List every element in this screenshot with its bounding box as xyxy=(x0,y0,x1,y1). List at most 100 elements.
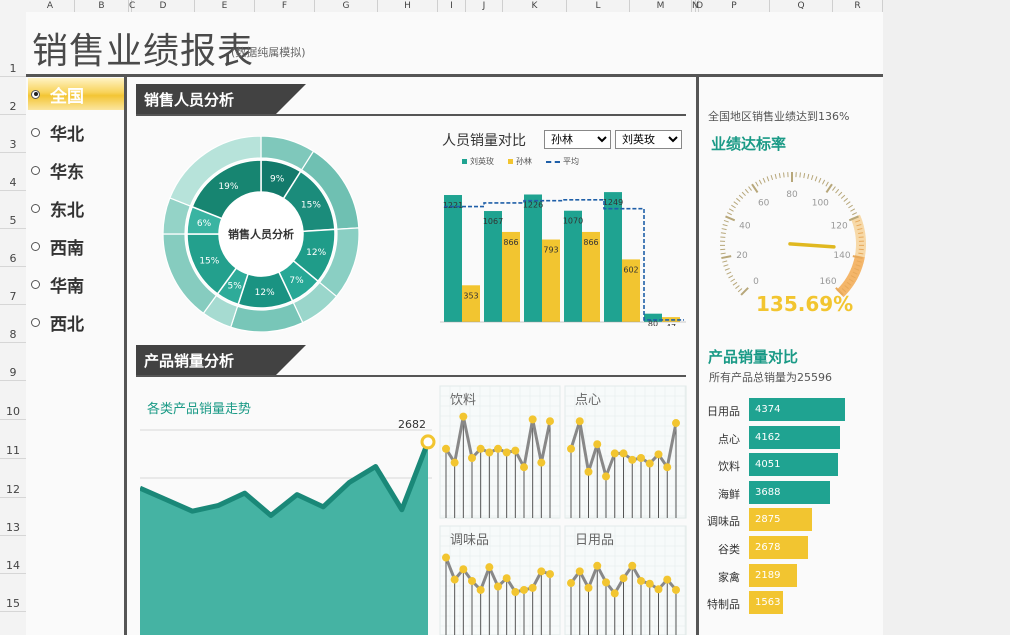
gauge-tick xyxy=(721,255,732,260)
header-divider xyxy=(26,74,883,77)
radio-button-icon[interactable] xyxy=(31,241,40,251)
region-label: 华南 xyxy=(50,276,84,297)
radio-button-icon[interactable] xyxy=(31,279,40,289)
gauge-tick-label: 20 xyxy=(736,251,748,261)
radio-button-icon[interactable] xyxy=(31,203,40,213)
product-bar: 2678 xyxy=(749,536,808,559)
column-header: R xyxy=(833,0,883,12)
row-header-bar: 1 2 3 4 5 6 7 8 9 10 11 12 13 14 15 xyxy=(0,12,27,635)
gauge-tick xyxy=(766,176,770,182)
legend-avg: 平均 xyxy=(546,156,579,167)
small-point xyxy=(476,585,485,594)
region-option[interactable]: 华东 xyxy=(28,154,124,186)
small-multiples: 饮料 点心调味品 日用品 xyxy=(439,385,687,635)
region-option[interactable]: 西南 xyxy=(28,230,124,262)
small-point xyxy=(511,446,520,455)
small-point xyxy=(593,440,602,449)
radio-button-icon[interactable] xyxy=(31,317,40,327)
gauge-tick-label: 40 xyxy=(739,221,751,231)
small-point xyxy=(584,583,593,592)
small-point xyxy=(672,585,680,594)
radio-button-icon[interactable] xyxy=(31,165,40,175)
region-label: 全国 xyxy=(50,86,84,107)
column-header: P xyxy=(699,0,770,12)
gauge-tick-label: 140 xyxy=(833,251,850,261)
salesperson-a-select[interactable]: 孙林 xyxy=(544,130,611,149)
gauge-tick xyxy=(722,260,728,263)
product-bar-label: 点心 xyxy=(718,432,740,446)
region-option[interactable]: 西北 xyxy=(28,306,124,338)
gauge-tick xyxy=(737,288,743,293)
small-point xyxy=(485,563,494,572)
row-header: 10 xyxy=(0,381,26,420)
header-triangle xyxy=(274,345,306,377)
gauge-tick xyxy=(731,204,736,209)
gauge-tick-label: 60 xyxy=(758,199,770,209)
product-bar-label: 调味品 xyxy=(707,515,740,529)
trend-end-marker xyxy=(420,434,436,450)
small-point xyxy=(619,574,628,583)
small-point xyxy=(520,463,528,472)
small-point xyxy=(628,455,637,464)
header-underline xyxy=(136,375,686,377)
gauge-tick-label: 120 xyxy=(831,221,848,231)
bar-series-a xyxy=(484,211,502,322)
gauge-tick xyxy=(848,204,853,209)
row-header: 8 xyxy=(0,305,26,343)
salesperson-b-select[interactable]: 刘英玫 xyxy=(615,130,682,149)
gauge-tick xyxy=(843,197,848,202)
gauge-tick xyxy=(852,212,858,216)
radio-button-icon[interactable] xyxy=(31,89,40,99)
right-divider xyxy=(696,77,699,635)
small-point xyxy=(520,585,528,594)
region-option[interactable]: 东北 xyxy=(28,192,124,224)
product-bar: 1563 xyxy=(749,591,784,615)
gauge-tick xyxy=(723,264,729,267)
region-option[interactable]: 华北 xyxy=(28,116,124,148)
region-option[interactable]: 华南 xyxy=(28,268,124,300)
bar-label-b: 793 xyxy=(543,246,558,255)
row-header: 1 xyxy=(0,12,26,77)
product-bar: 3688 xyxy=(749,480,830,504)
small-point xyxy=(502,574,511,583)
gauge-tick xyxy=(721,228,727,231)
row-header: 2 xyxy=(0,77,26,115)
row-header: 11 xyxy=(0,420,26,459)
small-point xyxy=(637,576,645,585)
gauge-tick xyxy=(850,208,856,212)
region-label: 东北 xyxy=(50,200,84,221)
sales-section-title: 销售人员分析 xyxy=(136,84,274,116)
region-option[interactable]: 全国 xyxy=(28,78,124,110)
gauge-tick xyxy=(720,232,726,235)
small-point xyxy=(546,570,554,579)
gauge-tick xyxy=(807,173,810,179)
column-header: L xyxy=(567,0,630,12)
small-point xyxy=(537,458,546,467)
row-header: 15 xyxy=(0,574,26,612)
donut-slice-label: 5% xyxy=(228,282,243,292)
small-point xyxy=(663,575,672,584)
legend-avg-swatch xyxy=(546,160,560,163)
header-triangle xyxy=(274,84,306,116)
gauge-tick xyxy=(722,223,728,227)
small-point xyxy=(459,565,468,574)
small-chart-title: 饮料 xyxy=(450,393,476,408)
small-point xyxy=(494,444,502,453)
gauge-tick-label: 80 xyxy=(786,190,798,200)
small-chart-title: 点心 xyxy=(575,393,601,408)
column-header: K xyxy=(503,0,567,12)
small-point xyxy=(602,578,610,587)
small-point xyxy=(610,449,619,458)
left-divider xyxy=(124,77,127,635)
small-point xyxy=(528,583,537,592)
small-point xyxy=(628,561,637,570)
radio-button-icon[interactable] xyxy=(31,127,40,137)
gauge-tick xyxy=(825,183,833,194)
gauge-tick xyxy=(726,212,732,216)
small-point xyxy=(442,553,450,562)
gauge-tick-label: 0 xyxy=(753,277,759,287)
small-point xyxy=(575,417,584,426)
product-bar-label: 家禽 xyxy=(718,570,740,584)
bar-label-b: 866 xyxy=(503,238,518,247)
small-point xyxy=(537,567,546,576)
